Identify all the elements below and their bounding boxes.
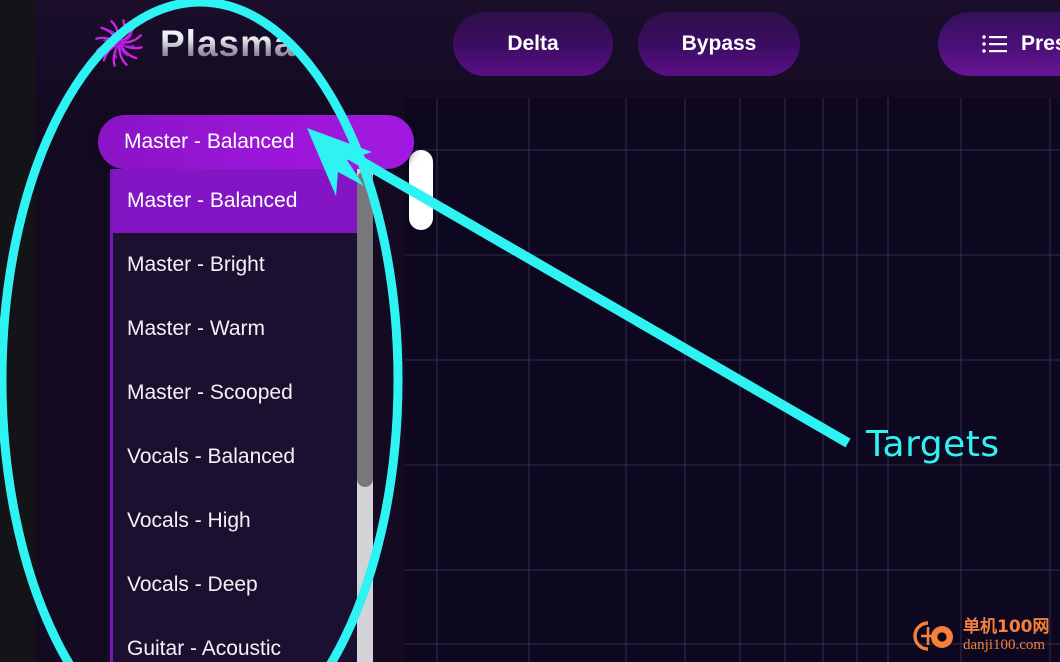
presets-button-label: Presets	[1021, 32, 1060, 55]
list-icon	[982, 35, 1008, 53]
brand: Plasma	[90, 14, 296, 72]
brand-name: Plasma	[160, 22, 296, 64]
preset-combobox-value: Master - Balanced	[124, 130, 295, 153]
dropdown-scrollbar-thumb[interactable]	[357, 171, 373, 487]
callout-label: Targets	[866, 424, 1000, 465]
plugin-window: Plasma Delta Bypass Presets	[0, 0, 1060, 662]
preset-combobox[interactable]: Master - Balanced	[98, 115, 414, 169]
watermark-site-url: danji100.com	[963, 637, 1046, 653]
preset-option-label: Master - Scooped	[127, 381, 293, 404]
delta-button[interactable]: Delta	[453, 12, 613, 76]
preset-option[interactable]: Master - Warm	[113, 297, 373, 361]
watermark: 单机100网 danji100.com	[908, 617, 1050, 655]
preset-option-label: Master - Warm	[127, 317, 266, 340]
preset-option-label: Vocals - Balanced	[127, 445, 296, 468]
danji-logo-icon	[913, 621, 953, 651]
preset-option[interactable]: Vocals - Deep	[113, 553, 373, 617]
preset-option-label: Guitar - Acoustic	[127, 637, 282, 660]
preset-option[interactable]: Master - Scooped	[113, 361, 373, 425]
bypass-button-label: Bypass	[681, 32, 757, 55]
watermark-site-cn: 单机100网	[963, 617, 1050, 637]
delta-button-label: Delta	[507, 32, 559, 55]
preset-option-label: Master - Balanced	[127, 189, 298, 212]
preset-option[interactable]: Guitar - Acoustic	[113, 617, 373, 662]
plasma-plugin-panel: Plasma Delta Bypass Presets	[35, 0, 1060, 662]
eq-graph[interactable]	[405, 98, 1060, 662]
preset-option-label: Master - Bright	[127, 253, 265, 276]
plasma-spiral-icon	[95, 19, 143, 67]
presets-button[interactable]: Presets	[938, 12, 1060, 76]
preset-dropdown-list[interactable]: Master - Balanced Master - Bright Master…	[110, 169, 373, 662]
preset-option-label: Vocals - High	[127, 509, 251, 532]
watermark-text: 单机100网 danji100.com	[963, 619, 1050, 653]
window-left-strip	[0, 0, 35, 662]
preset-option[interactable]: Vocals - High	[113, 489, 373, 553]
preset-option[interactable]: Vocals - Balanced	[113, 425, 373, 489]
eq-band-handle[interactable]	[409, 150, 433, 230]
preset-option-label: Vocals - Deep	[127, 573, 258, 596]
preset-option[interactable]: Master - Balanced	[113, 169, 373, 233]
eq-grid	[405, 98, 1060, 662]
bypass-button[interactable]: Bypass	[638, 12, 800, 76]
preset-option[interactable]: Master - Bright	[113, 233, 373, 297]
